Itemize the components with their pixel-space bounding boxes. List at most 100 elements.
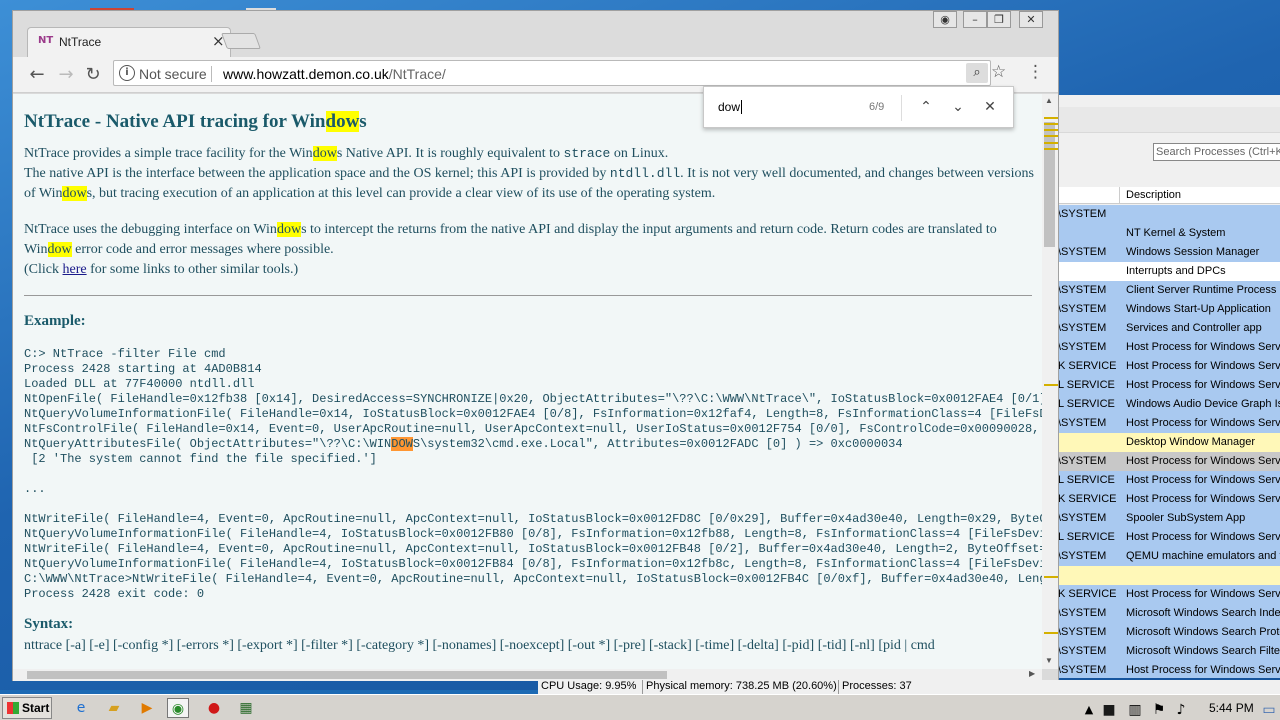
- process-row[interactable]: \SYSTEM Host Process for Windows Servi: [1058, 338, 1280, 357]
- nttrace-favicon-icon: NT: [38, 35, 54, 46]
- paragraph-text: NtTrace uses the debugging interface on …: [24, 222, 277, 237]
- process-row[interactable]: \SYSTEM Services and Controller app: [1058, 319, 1280, 338]
- internet-explorer-icon[interactable]: e: [70, 698, 92, 718]
- process-description: NT Kernel & System: [1126, 227, 1226, 239]
- process-row[interactable]: L SERVICE Windows Audio Device Graph Is: [1058, 395, 1280, 414]
- process-row[interactable]: NT Kernel & System: [1058, 224, 1280, 243]
- file-explorer-icon[interactable]: ▰: [103, 698, 125, 718]
- info-icon[interactable]: i: [119, 65, 135, 81]
- close-window-button[interactable]: ✕: [1019, 11, 1043, 28]
- scroll-up-icon[interactable]: ▲: [1045, 96, 1053, 105]
- tray-app-icon[interactable]: ■: [1098, 700, 1120, 720]
- process-row[interactable]: K SERVICE Host Process for Windows Servi: [1058, 490, 1280, 509]
- scroll-down-icon[interactable]: ▼: [1045, 656, 1053, 665]
- browser-menu-icon[interactable]: ⋮: [1027, 62, 1044, 82]
- similar-tools-link[interactable]: here: [63, 262, 87, 277]
- minimize-button[interactable]: –: [963, 11, 987, 28]
- scroll-right-icon[interactable]: ▶: [1029, 669, 1035, 678]
- find-previous-chevron-up-icon[interactable]: ⌃: [916, 97, 936, 117]
- code-line: NtWriteFile( FileHandle=4, Event=0, ApcR…: [24, 542, 1042, 556]
- process-row[interactable]: \SYSTEM Spooler SubSystem App: [1058, 509, 1280, 528]
- process-user: L SERVICE: [1058, 379, 1115, 391]
- code-line: NtQueryVolumeInformationFile( FileHandle…: [24, 527, 1042, 541]
- process-user: \SYSTEM: [1058, 550, 1107, 562]
- process-user: K SERVICE: [1058, 493, 1117, 505]
- tab-nttrace[interactable]: NT NtTrace ×: [27, 27, 231, 57]
- bookmark-star-icon[interactable]: ☆: [991, 62, 1006, 82]
- find-bar: dow 6/9 ⌃ ⌄ ✕: [703, 86, 1014, 128]
- code-line: C:\WWW\NtTrace>NtWriteFile( FileHandle=4…: [24, 572, 1042, 586]
- url-text[interactable]: www.howzatt.demon.co.uk/NtTrace/: [223, 66, 446, 82]
- intro-text: on Linux.: [610, 146, 669, 161]
- find-marker: [1044, 384, 1058, 386]
- process-row[interactable]: \SYSTEM Microsoft Windows Search Filter: [1058, 642, 1280, 661]
- media-player-icon[interactable]: ▶: [136, 698, 158, 718]
- vertical-scrollbar[interactable]: ▲ ▼: [1042, 94, 1058, 669]
- find-match-highlight: dow: [325, 111, 360, 132]
- process-row[interactable]: Desktop Window Manager: [1058, 433, 1280, 452]
- restore-button[interactable]: ❐: [987, 11, 1011, 28]
- process-search-input[interactable]: Search Processes (Ctrl+K): [1153, 143, 1280, 161]
- address-bar[interactable]: i Not secure www.howzatt.demon.co.uk/NtT…: [113, 60, 991, 86]
- horizontal-scroll-thumb[interactable]: [27, 671, 667, 679]
- find-next-chevron-down-icon[interactable]: ⌄: [948, 97, 968, 117]
- process-description: Host Process for Windows Servi: [1126, 664, 1280, 676]
- intro-text: The native API is the interface between …: [24, 166, 610, 181]
- process-row[interactable]: \SYSTEM Host Process for Windows Servi: [1058, 661, 1280, 678]
- column-header-description[interactable]: Description: [1126, 189, 1181, 201]
- process-row[interactable]: \SYSTEM Microsoft Windows Search Index: [1058, 604, 1280, 623]
- process-row[interactable]: \SYSTEM: [1058, 205, 1280, 224]
- paragraph-text: for some links to other similar tools.): [86, 262, 299, 277]
- process-row[interactable]: [1058, 566, 1280, 585]
- show-desktop-icon[interactable]: ▭: [1258, 700, 1280, 720]
- process-row[interactable]: L SERVICE Host Process for Windows Servi: [1058, 376, 1280, 395]
- process-row[interactable]: \SYSTEM QEMU machine emulators and to: [1058, 547, 1280, 566]
- process-row[interactable]: \SYSTEM Client Server Runtime Process: [1058, 281, 1280, 300]
- clock[interactable]: 5:44 PM: [1209, 701, 1254, 715]
- paragraph-text: (Click: [24, 262, 63, 277]
- process-row[interactable]: \SYSTEM Windows Start-Up Application: [1058, 300, 1280, 319]
- security-label[interactable]: Not secure: [139, 66, 207, 82]
- process-user: \SYSTEM: [1058, 246, 1107, 258]
- process-row[interactable]: Interrupts and DPCs: [1058, 262, 1280, 281]
- chrome-icon[interactable]: ◉: [167, 698, 189, 718]
- process-row[interactable]: K SERVICE Host Process for Windows Servi: [1058, 357, 1280, 376]
- reload-icon[interactable]: ↻: [80, 62, 106, 88]
- vertical-scroll-thumb[interactable]: [1044, 122, 1055, 247]
- example-code-block: C:> NtTrace -filter File cmd Process 2428…: [24, 347, 1042, 602]
- find-input[interactable]: dow: [718, 100, 743, 114]
- profile-icon[interactable]: ◉: [933, 11, 957, 28]
- process-row[interactable]: L SERVICE Host Process for Windows Servi: [1058, 528, 1280, 547]
- process-row[interactable]: K SERVICE Host Process for Windows Servi: [1058, 585, 1280, 604]
- omnibox-divider: [211, 66, 212, 82]
- tray-expand-icon[interactable]: ▲: [1078, 700, 1100, 720]
- inline-code: strace: [563, 146, 611, 161]
- find-match-highlight: dow: [312, 146, 337, 161]
- process-row[interactable]: \SYSTEM Host Process for Windows Servi: [1058, 452, 1280, 471]
- column-header-user[interactable]: [1058, 187, 1120, 204]
- process-explorer-window: Search Processes (Ctrl+K) Description \S…: [1058, 95, 1280, 678]
- process-explorer-icon[interactable]: ▦: [235, 698, 257, 718]
- opera-icon[interactable]: ●: [203, 698, 225, 718]
- process-description: Host Process for Windows Servi: [1126, 360, 1280, 372]
- page-title-text: NtTrace - Native API tracing for Win: [24, 111, 326, 132]
- process-user: \SYSTEM: [1058, 512, 1107, 524]
- forward-arrow-icon[interactable]: →: [53, 62, 79, 88]
- back-arrow-icon[interactable]: ←: [24, 62, 50, 88]
- process-row[interactable]: \SYSTEM Host Process for Windows Servi: [1058, 414, 1280, 433]
- process-row[interactable]: \SYSTEM Microsoft Windows Search Proto: [1058, 623, 1280, 642]
- process-row[interactable]: \SYSTEM Windows Session Manager: [1058, 243, 1280, 262]
- flag-icon[interactable]: ⚑: [1148, 700, 1170, 720]
- process-row[interactable]: L SERVICE Host Process for Windows Servi: [1058, 471, 1280, 490]
- new-tab-button[interactable]: [221, 33, 261, 49]
- volume-icon[interactable]: ♪: [1170, 700, 1192, 720]
- inline-code: ntdll.dll: [609, 166, 681, 181]
- find-close-icon[interactable]: ✕: [980, 97, 1000, 117]
- intro-text: s, but tracing execution of an applicati…: [86, 186, 716, 201]
- start-button[interactable]: Start: [2, 697, 52, 719]
- network-icon[interactable]: ▥: [1124, 700, 1146, 720]
- code-line: Process 2428 exit code: 0: [24, 587, 205, 601]
- find-query: dow: [718, 100, 741, 114]
- find-in-page-icon[interactable]: ⌕: [966, 63, 988, 83]
